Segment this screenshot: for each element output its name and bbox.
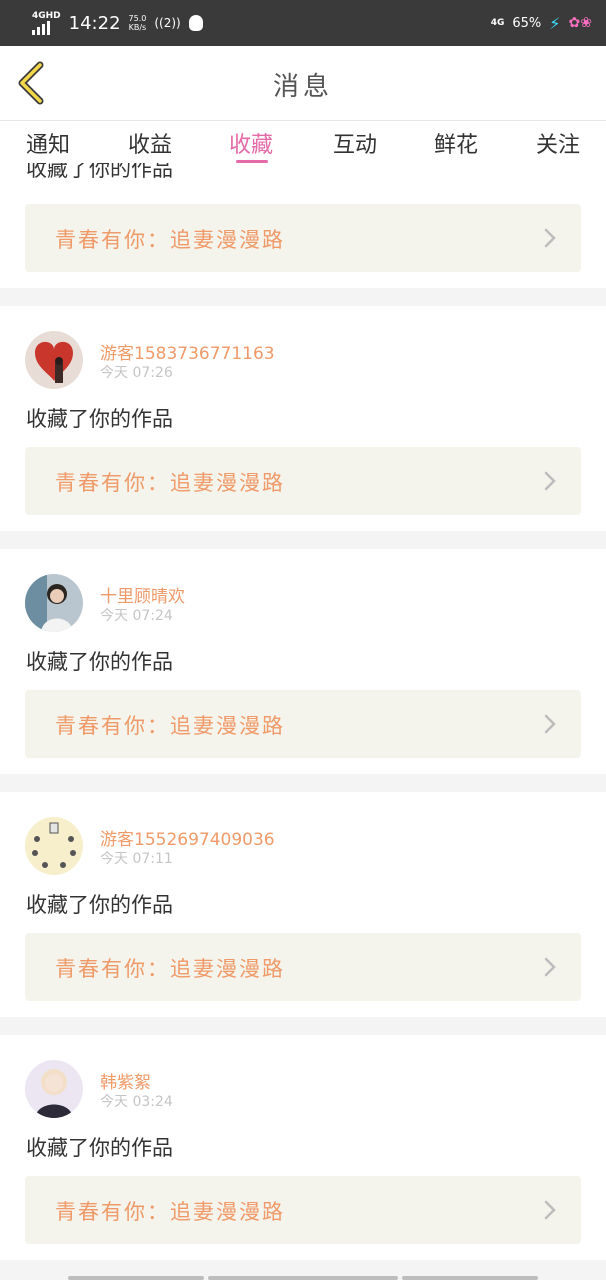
timestamp: 今天 07:11 xyxy=(100,851,173,867)
username[interactable]: 游客1583736771163 xyxy=(100,339,275,364)
avatar[interactable] xyxy=(25,817,83,875)
action-text: 收藏了你的作品 xyxy=(26,893,173,917)
battery-level: 65% xyxy=(512,15,542,31)
username[interactable]: 韩紫絮 xyxy=(100,1068,151,1093)
tab-favorites[interactable]: 收藏 xyxy=(229,127,273,159)
tab-notifications[interactable]: 通知 xyxy=(26,127,70,159)
chevron-right-icon xyxy=(544,1200,556,1220)
list-item: 游客1583736771163 今天 07:26 收藏了你的作品 青春有你：追妻… xyxy=(0,306,606,531)
username[interactable]: 十里顾晴欢 xyxy=(100,582,185,607)
work-title: 青春有你：追妻漫漫路 xyxy=(55,957,285,981)
work-link[interactable]: 青春有你：追妻漫漫路 xyxy=(25,933,581,1001)
action-clip: 收藏了你的作品 xyxy=(0,163,606,187)
list-item: 十里顾晴欢 今天 07:24 收藏了你的作品 青春有你：追妻漫漫路 xyxy=(0,549,606,774)
network-indicator: 4GHD xyxy=(32,10,61,35)
action-text: 收藏了你的作品 xyxy=(26,163,173,181)
action-text: 收藏了你的作品 xyxy=(26,1136,173,1160)
header: 消息 xyxy=(0,46,606,121)
list-item: 韩紫絮 今天 03:24 收藏了你的作品 青春有你：追妻漫漫路 xyxy=(0,1035,606,1260)
avatar[interactable] xyxy=(25,574,83,632)
chevron-right-icon xyxy=(544,957,556,977)
work-title: 青春有你：追妻漫漫路 xyxy=(55,471,285,495)
chevron-right-icon xyxy=(544,714,556,734)
chevron-right-icon xyxy=(544,228,556,248)
list-item: 收藏了你的作品 青春有你：追妻漫漫路 xyxy=(0,163,606,288)
clock: 14:22 xyxy=(68,12,121,34)
work-link[interactable]: 青春有你：追妻漫漫路 xyxy=(25,204,581,272)
network-type-right: 4G xyxy=(490,17,505,28)
work-link[interactable]: 青春有你：追妻漫漫路 xyxy=(25,690,581,758)
hotspot-icon: ((2)) xyxy=(154,16,181,30)
list-item: 游客1552697409036 今天 07:11 收藏了你的作品 青春有你：追妻… xyxy=(0,792,606,1017)
status-bar: 4GHD 14:22 75.0 KB/s ((2)) 4G 65% ⚡ ✿❀ xyxy=(0,0,606,46)
page-title: 消息 xyxy=(272,72,333,102)
network-speed: 75.0 KB/s xyxy=(128,14,147,32)
avatar[interactable] xyxy=(25,331,83,389)
tab-bar: 通知 收益 收藏 互动 鲜花 关注 xyxy=(0,121,606,163)
tab-earnings[interactable]: 收益 xyxy=(128,127,172,159)
nav-handle-center[interactable] xyxy=(208,1276,398,1280)
action-text: 收藏了你的作品 xyxy=(26,650,173,674)
action-text: 收藏了你的作品 xyxy=(26,407,173,431)
charging-icon: ⚡ xyxy=(549,13,561,33)
avatar[interactable] xyxy=(25,1060,83,1118)
timestamp: 今天 07:24 xyxy=(100,608,173,624)
work-link[interactable]: 青春有你：追妻漫漫路 xyxy=(25,447,581,515)
tab-flowers[interactable]: 鲜花 xyxy=(434,127,478,159)
timestamp: 今天 07:26 xyxy=(100,365,173,381)
signal-icon xyxy=(32,20,61,35)
username[interactable]: 游客1552697409036 xyxy=(100,825,275,850)
work-title: 青春有你：追妻漫漫路 xyxy=(55,1200,285,1224)
qq-icon xyxy=(188,15,203,31)
work-title: 青春有你：追妻漫漫路 xyxy=(55,714,285,738)
tab-follows[interactable]: 关注 xyxy=(536,127,580,159)
timestamp: 今天 03:24 xyxy=(100,1094,173,1110)
system-nav-bar xyxy=(0,1276,606,1280)
work-link[interactable]: 青春有你：追妻漫漫路 xyxy=(25,1176,581,1244)
nav-handle-right[interactable] xyxy=(402,1276,538,1280)
network-type: 4GHD xyxy=(32,10,61,21)
nav-handle-left[interactable] xyxy=(68,1276,204,1280)
chevron-right-icon xyxy=(544,471,556,491)
tab-interactions[interactable]: 互动 xyxy=(333,127,377,159)
work-title: 青春有你：追妻漫漫路 xyxy=(55,228,285,252)
battery-decoration-icon: ✿❀ xyxy=(568,15,592,31)
